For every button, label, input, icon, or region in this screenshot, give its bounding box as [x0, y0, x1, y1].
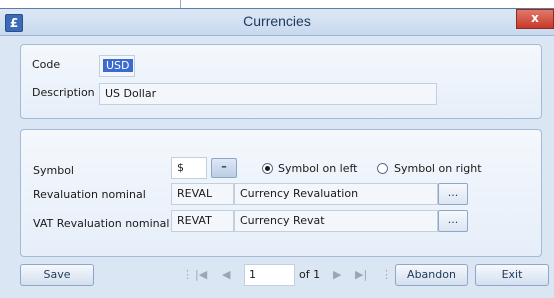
- toolbar-separator: ⋮: [381, 268, 392, 281]
- window-title: Currencies: [243, 13, 311, 29]
- close-icon[interactable]: x: [516, 9, 554, 29]
- description-field[interactable]: US Dollar: [99, 83, 437, 105]
- options-group: Symbol $ – Symbol on left Symbol on righ…: [20, 129, 542, 257]
- first-record-icon[interactable]: |◀: [195, 264, 207, 286]
- symbol-field[interactable]: $: [171, 157, 207, 179]
- exit-button[interactable]: Exit: [475, 264, 549, 286]
- revaluation-lookup-button[interactable]: ...: [438, 183, 468, 205]
- page-number-input[interactable]: 1: [244, 264, 295, 286]
- vat-revaluation-description-field: Currency Revat: [234, 210, 438, 232]
- vat-revaluation-code-field[interactable]: REVAT: [171, 210, 234, 232]
- symbol-on-left-label[interactable]: Symbol on left: [278, 162, 358, 175]
- currencies-window: £ Currencies x Code USD Description US D…: [0, 8, 554, 298]
- revaluation-code-field[interactable]: REVAL: [171, 183, 234, 205]
- code-field[interactable]: USD: [99, 55, 135, 77]
- symbol-on-right-radio[interactable]: [377, 163, 388, 174]
- symbol-on-left-radio[interactable]: [262, 163, 273, 174]
- vat-revaluation-lookup-button[interactable]: ...: [438, 210, 468, 232]
- description-label: Description: [32, 86, 95, 99]
- previous-record-icon[interactable]: ◀: [222, 264, 230, 286]
- toolbar-separator: ⋮: [182, 268, 193, 281]
- code-label: Code: [32, 58, 61, 71]
- revaluation-description-field: Currency Revaluation: [234, 183, 438, 205]
- symbol-on-right-label[interactable]: Symbol on right: [394, 162, 482, 175]
- last-record-icon[interactable]: ▶|: [355, 264, 367, 286]
- details-group: Code USD Description US Dollar: [20, 44, 542, 119]
- vat-revaluation-nominal-label: VAT Revaluation nominal: [33, 217, 170, 230]
- save-button[interactable]: Save: [20, 264, 94, 286]
- page-count-label: of 1: [299, 268, 321, 281]
- title-bar[interactable]: £ Currencies x: [0, 9, 554, 36]
- abandon-button[interactable]: Abandon: [395, 264, 468, 286]
- code-value: USD: [103, 59, 133, 72]
- revaluation-nominal-label: Revaluation nominal: [33, 188, 146, 201]
- symbol-clear-button[interactable]: –: [211, 158, 237, 178]
- next-record-icon[interactable]: ▶: [333, 264, 341, 286]
- symbol-label: Symbol: [33, 164, 74, 177]
